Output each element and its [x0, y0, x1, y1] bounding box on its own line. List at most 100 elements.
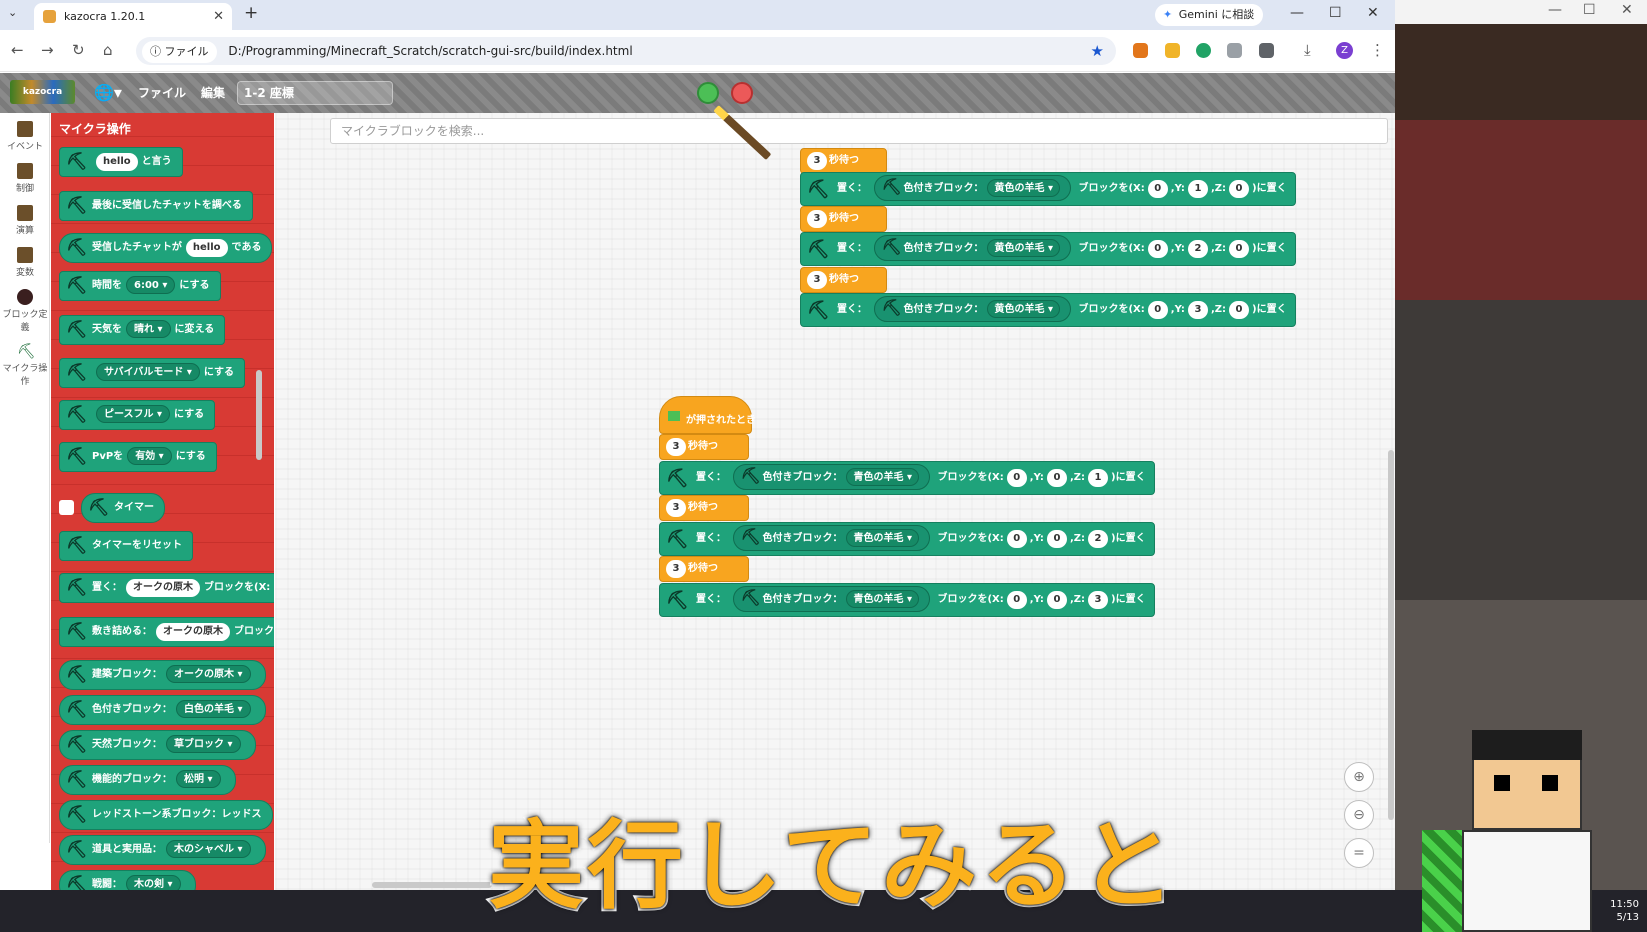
place-block[interactable]: ⛏ 置く： ⛏ 色付きブロック： 黄色の羊毛 ▾ ブロックを(X: 0 ,Y: 1 ,Z: 0)… — [800, 172, 1296, 206]
x-input[interactable]: 0 — [1147, 180, 1168, 198]
zoom-reset-icon[interactable]: = — [1344, 838, 1374, 868]
profile-avatar[interactable]: Z — [1336, 42, 1353, 59]
say-block[interactable]: ⛏ hello と言う — [59, 147, 183, 177]
wool-dropdown[interactable]: 黄色の羊毛 ▾ — [987, 239, 1060, 257]
colored-block-reporter[interactable]: ⛏ 色付きブロック： 黄色の羊毛 ▾ — [874, 235, 1071, 261]
wool-dropdown[interactable]: 青色の羊毛 ▾ — [846, 468, 919, 486]
functional-dropdown[interactable]: 松明 ▾ — [176, 770, 221, 788]
tools-dropdown[interactable]: 木のシャベル ▾ — [166, 840, 251, 858]
file-menu[interactable]: ファイル — [138, 73, 186, 113]
wait-block[interactable]: 3 秒待つ — [800, 148, 887, 174]
y-input[interactable]: 0 — [1046, 591, 1067, 609]
z-input[interactable]: 0 — [1229, 301, 1249, 319]
edit-menu[interactable]: 編集 — [201, 73, 225, 113]
last-chat-block[interactable]: ⛏ 最後に受信したチャットを調べる — [59, 191, 253, 221]
tools-reporter[interactable]: ⛏ 道具と実用品： 木のシャベル ▾ — [59, 835, 266, 865]
tab-search-icon[interactable]: ⌄ — [8, 6, 17, 19]
place-block[interactable]: ⛏ 置く： ⛏ 色付きブロック： 黄色の羊毛 ▾ ブロックを(X: 0 ,Y: 2 ,Z: 0)… — [800, 232, 1296, 266]
nature-dropdown[interactable]: 草ブロック ▾ — [166, 735, 241, 753]
wait-block[interactable]: 3 秒待つ — [800, 267, 887, 293]
colored-block-reporter[interactable]: ⛏ 色付きブロック： 青色の羊毛 ▾ — [733, 525, 930, 551]
wait-block[interactable]: 3 秒待つ — [659, 434, 749, 460]
colored-block-reporter[interactable]: ⛏ 色付きブロック： 黄色の羊毛 ▾ — [874, 175, 1071, 201]
zoom-out-icon[interactable]: ⊖ — [1344, 800, 1374, 830]
wait-block[interactable]: 3 秒待つ — [800, 206, 887, 232]
gemini-button[interactable]: ✦ Gemini に相談 — [1155, 4, 1264, 26]
time-dropdown[interactable]: 6:00 ▾ — [126, 276, 176, 294]
close-icon[interactable]: ✕ — [1621, 2, 1633, 18]
wait-seconds-input[interactable]: 3 — [807, 152, 827, 170]
colored-block-reporter[interactable]: ⛏ 色付きブロック： 黄色の羊毛 ▾ — [874, 296, 1071, 322]
y-input[interactable]: 0 — [1046, 530, 1067, 548]
category-operators[interactable]: 演算 — [0, 205, 50, 236]
category-my-blocks[interactable]: ブロック定義 — [0, 289, 50, 333]
natural-block-reporter[interactable]: ⛏ 天然ブロック： 草ブロック ▾ — [59, 730, 256, 760]
workspace-vertical-scrollbar[interactable] — [1388, 450, 1394, 820]
wait-seconds-input[interactable]: 3 — [807, 210, 827, 228]
timer-checkbox[interactable] — [59, 500, 74, 515]
weather-dropdown[interactable]: 晴れ ▾ — [126, 320, 171, 338]
wait-block[interactable]: 3 秒待つ — [659, 556, 749, 582]
maximize-icon[interactable]: ☐ — [1583, 2, 1596, 18]
colored-block-reporter[interactable]: ⛏ 色付きブロック： 青色の羊毛 ▾ — [733, 464, 930, 490]
weapon-dropdown[interactable]: 木の剣 ▾ — [126, 875, 181, 890]
y-input[interactable]: 0 — [1046, 469, 1067, 487]
place-block[interactable]: ⛏ 置く： ⛏ 色付きブロック： 青色の羊毛 ▾ ブロックを(X: 0 ,Y: 0 ,Z: 3)… — [659, 583, 1155, 617]
home-icon[interactable]: ⌂ — [103, 41, 113, 59]
minimize-icon[interactable]: — — [1290, 5, 1304, 21]
z-input[interactable]: 2 — [1088, 530, 1108, 548]
wool-dropdown[interactable]: 青色の羊毛 ▾ — [846, 529, 919, 547]
wait-seconds-input[interactable]: 3 — [666, 499, 686, 517]
y-input[interactable]: 3 — [1187, 301, 1208, 319]
download-icon[interactable]: ⤓ — [1304, 41, 1311, 59]
tab-close-icon[interactable]: ✕ — [213, 3, 224, 30]
x-input[interactable]: 0 — [1006, 530, 1027, 548]
category-events[interactable]: イベント — [0, 121, 50, 152]
colored-block-reporter[interactable]: ⛏ 色付きブロック： 白色の羊毛 ▾ — [59, 695, 266, 725]
reload-icon[interactable]: ↻ — [72, 41, 85, 59]
browser-tab[interactable]: kazocra 1.20.1 ✕ — [34, 3, 232, 30]
minimize-icon[interactable]: — — [1548, 2, 1562, 18]
z-input[interactable]: 1 — [1088, 469, 1108, 487]
pen-extension-icon[interactable] — [1165, 43, 1180, 58]
workspace-horizontal-scrollbar[interactable] — [372, 882, 492, 888]
mode-dropdown[interactable]: サバイバルモード ▾ — [96, 363, 200, 381]
palette-scrollbar[interactable] — [256, 370, 262, 460]
forward-icon[interactable]: → — [41, 41, 54, 59]
grammar-extension-icon[interactable] — [1196, 43, 1211, 58]
puzzle-extensions-icon[interactable] — [1259, 43, 1274, 58]
y-input[interactable]: 2 — [1187, 240, 1208, 258]
fill-block[interactable]: ⛏ 敷き詰める： オークの原木 ブロック — [59, 617, 274, 647]
when-flag-clicked-block[interactable]: が押されたとき — [659, 396, 756, 434]
z-input[interactable]: 0 — [1229, 240, 1249, 258]
difficulty-block[interactable]: ⛏ ピースフル ▾ にする — [59, 400, 216, 430]
wait-block[interactable]: 3 秒待つ — [659, 495, 749, 521]
place-block[interactable]: ⛏ 置く： オークの原木 ブロックを(X: — [59, 573, 274, 603]
chat-equals-block[interactable]: ⛏ 受信したチャットが hello である — [59, 233, 273, 263]
redstone-block-reporter[interactable]: ⛏ レッドストーン系ブロック：レッドス — [59, 800, 273, 830]
x-input[interactable]: 0 — [1006, 469, 1027, 487]
block-input[interactable]: オークの原木 — [156, 623, 230, 641]
kebab-menu-icon[interactable]: ⋮ — [1370, 41, 1385, 59]
game-mode-block[interactable]: ⛏ サバイバルモード ▾ にする — [59, 358, 246, 388]
place-block[interactable]: ⛏ 置く： ⛏ 色付きブロック： 青色の羊毛 ▾ ブロックを(X: 0 ,Y: 0 ,Z: 1)… — [659, 461, 1155, 495]
window-extension-icon[interactable] — [1227, 43, 1242, 58]
metamask-extension-icon[interactable] — [1133, 43, 1148, 58]
site-info-chip[interactable]: ⓘ ファイル — [142, 41, 217, 63]
x-input[interactable]: 0 — [1147, 240, 1168, 258]
wait-seconds-input[interactable]: 3 — [666, 438, 686, 456]
z-input[interactable]: 3 — [1088, 591, 1108, 609]
category-minecraft[interactable]: ⛏ マイクラ操作 — [0, 343, 50, 387]
block-input[interactable]: オークの原木 — [126, 579, 200, 597]
pvp-block[interactable]: ⛏ PvPを 有効 ▾ にする — [59, 442, 217, 472]
block-search-input[interactable]: マイクラブロックを検索... — [330, 118, 1388, 144]
z-input[interactable]: 0 — [1229, 180, 1249, 198]
say-input[interactable]: hello — [96, 153, 138, 171]
wait-seconds-input[interactable]: 3 — [666, 560, 686, 578]
timer-reporter[interactable]: ⛏ タイマー — [81, 493, 165, 523]
category-control[interactable]: 制御 — [0, 163, 50, 194]
close-icon[interactable]: ✕ — [1367, 5, 1379, 21]
green-flag-button[interactable] — [697, 82, 719, 104]
stop-button[interactable] — [731, 82, 753, 104]
color-dropdown[interactable]: 白色の羊毛 ▾ — [176, 700, 251, 718]
